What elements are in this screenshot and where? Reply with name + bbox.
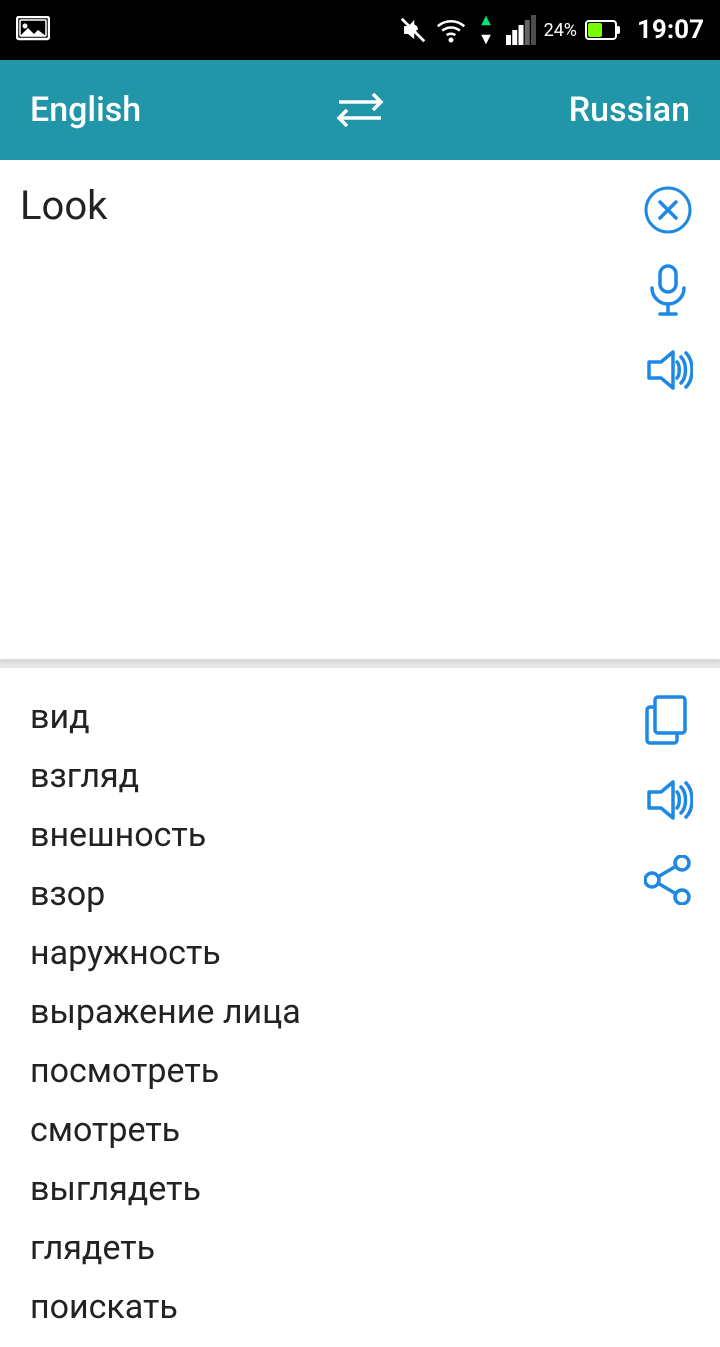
- translation-input[interactable]: Look: [20, 180, 642, 600]
- status-bar: 24% 19:07: [0, 0, 720, 60]
- status-bar-right: 24% 19:07: [398, 15, 704, 45]
- speak-result-button[interactable]: [642, 774, 694, 826]
- share-button[interactable]: [642, 854, 694, 906]
- translation-item[interactable]: посмотреть: [30, 1042, 642, 1101]
- app-bar: English Russian: [0, 60, 720, 160]
- battery-percent: 24%: [544, 20, 577, 41]
- target-language[interactable]: Russian: [400, 90, 690, 130]
- signal-icon: [506, 15, 536, 45]
- translation-item[interactable]: внешность: [30, 806, 642, 865]
- speak-input-button[interactable]: [642, 344, 694, 396]
- translation-item[interactable]: взор: [30, 865, 642, 924]
- input-action-icons: [642, 180, 700, 396]
- clear-button[interactable]: [642, 184, 694, 236]
- translation-item[interactable]: вид: [30, 688, 642, 747]
- translation-item[interactable]: выражение лица: [30, 983, 642, 1042]
- copy-button[interactable]: [642, 694, 694, 746]
- translation-item[interactable]: поискать: [30, 1278, 642, 1337]
- data-icon: [474, 15, 498, 45]
- microphone-button[interactable]: [642, 264, 694, 316]
- result-action-icons: [642, 688, 700, 906]
- wifi-icon: [436, 15, 466, 45]
- results-area: видвзглядвнешностьвзорнаружностьвыражени…: [0, 668, 720, 1347]
- translation-item[interactable]: смотреть: [30, 1101, 642, 1160]
- screen-icon: [16, 16, 50, 44]
- translation-item[interactable]: взгляд: [30, 747, 642, 806]
- input-area: Look: [0, 160, 720, 660]
- mute-icon: [398, 15, 428, 45]
- status-bar-left: [16, 16, 50, 44]
- swap-arrows-icon: [333, 90, 387, 130]
- status-time: 19:07: [637, 15, 704, 45]
- translation-item[interactable]: наружность: [30, 924, 642, 983]
- battery-icon: [585, 19, 621, 41]
- translation-item[interactable]: глядеть: [30, 1219, 642, 1278]
- translation-item[interactable]: выглядеть: [30, 1160, 642, 1219]
- translations-list: видвзглядвнешностьвзорнаружностьвыражени…: [30, 688, 642, 1337]
- source-language[interactable]: English: [30, 90, 320, 130]
- swap-languages-button[interactable]: [320, 90, 400, 130]
